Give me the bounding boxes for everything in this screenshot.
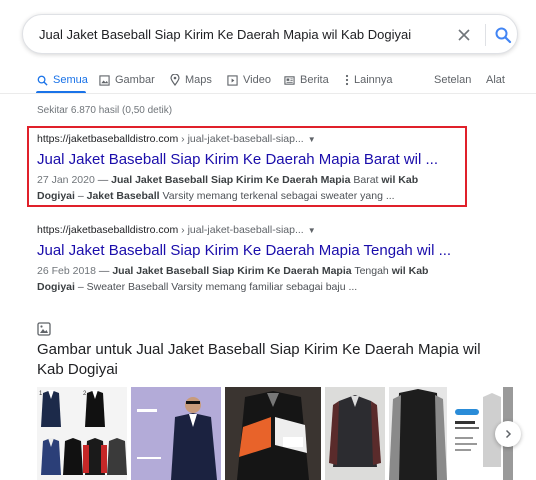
image-thumbnail[interactable] <box>451 387 501 480</box>
search-result: https://jaketbaseballdistro.com › jual-j… <box>37 224 477 295</box>
result-stats: Sekitar 6.870 hasil (0,50 detik) <box>37 105 173 116</box>
tab-label: Maps <box>185 74 212 86</box>
snippet-bold-term: Jual Jaket Baseball Siap Kirim Ke Daerah… <box>112 265 352 277</box>
settings-link[interactable]: Setelan <box>434 68 471 92</box>
tab-gambar[interactable]: Gambar <box>99 68 155 92</box>
result-url[interactable]: https://jaketbaseballdistro.com › jual-j… <box>37 224 477 238</box>
tab-lainnya[interactable]: Lainnya <box>345 68 393 92</box>
menu-caret-icon[interactable]: ▼ <box>308 226 316 235</box>
result-title-link[interactable]: Jual Jaket Baseball Siap Kirim Ke Daerah… <box>37 242 477 260</box>
snippet-fragment: — <box>95 265 113 277</box>
image-thumbnail[interactable] <box>225 387 321 480</box>
search-divider <box>485 24 486 46</box>
image-thumbnail[interactable] <box>389 387 447 480</box>
carousel-next-button[interactable] <box>495 421 521 447</box>
snippet-fragment: – Sweater Baseball Varsity memang famili… <box>74 281 358 293</box>
svg-text:1: 1 <box>39 391 43 397</box>
tab-maps[interactable]: Maps <box>170 68 212 92</box>
tools-link[interactable]: Alat <box>486 68 505 92</box>
image-icon <box>99 74 110 86</box>
image-thumbnail[interactable] <box>131 387 221 480</box>
image-thumbnail[interactable] <box>325 387 385 480</box>
result-snippet: 26 Feb 2018 — Jual Jaket Baseball Siap K… <box>37 263 437 295</box>
tabs-divider <box>0 93 536 94</box>
tools-label: Alat <box>486 74 505 86</box>
search-icon <box>37 75 48 86</box>
tab-label: Gambar <box>115 74 155 86</box>
video-icon <box>227 74 238 86</box>
images-heading[interactable]: Gambar untuk Jual Jaket Baseball Siap Ki… <box>37 340 497 380</box>
image-icon <box>37 322 51 336</box>
tab-label: Berita <box>300 74 329 86</box>
snippet-text: — Jual Jaket Baseball Siap Kirim Ke Daer… <box>37 265 428 293</box>
news-icon <box>284 75 295 85</box>
search-input[interactable]: Jual Jaket Baseball Siap Kirim Ke Daerah… <box>39 27 411 42</box>
clear-icon[interactable] <box>453 24 475 46</box>
tab-label: Video <box>243 74 271 86</box>
result-date: 26 Feb 2018 <box>37 265 96 277</box>
image-thumbnail[interactable]: 1 2 <box>37 387 127 480</box>
highlight-box <box>27 126 467 207</box>
chevron-right-icon <box>505 429 512 439</box>
svg-text:2: 2 <box>83 391 87 397</box>
more-icon <box>345 74 349 86</box>
tab-semua[interactable]: Semua <box>37 68 88 92</box>
settings-label: Setelan <box>434 74 472 86</box>
tab-label: Lainnya <box>354 74 393 86</box>
search-icon[interactable] <box>492 24 514 46</box>
snippet-fragment: Tengah <box>351 265 392 277</box>
result-path: › jual-jaket-baseball-siap... <box>178 224 304 236</box>
result-domain: https://jaketbaseballdistro.com <box>37 224 179 236</box>
search-box[interactable]: Jual Jaket Baseball Siap Kirim Ke Daerah… <box>22 14 518 54</box>
tab-berita[interactable]: Berita <box>284 68 329 92</box>
tab-label: Semua <box>53 74 88 86</box>
map-pin-icon <box>170 74 180 86</box>
search-tabs: Semua Gambar Maps Video Berita Lainnya S… <box>0 68 536 92</box>
tab-video[interactable]: Video <box>227 68 271 92</box>
